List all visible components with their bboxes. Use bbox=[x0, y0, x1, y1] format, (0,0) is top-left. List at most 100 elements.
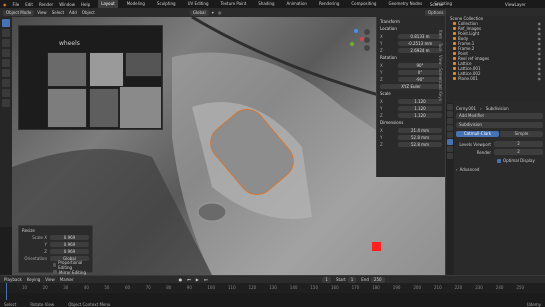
modifier-props-icon[interactable] bbox=[447, 139, 453, 145]
scene-selector[interactable]: Scene bbox=[430, 2, 442, 7]
blender-logo-icon[interactable]: ◉ bbox=[3, 2, 7, 7]
outliner-item[interactable]: Plane.001 ◉ bbox=[446, 76, 545, 81]
tab-layout[interactable]: Layout bbox=[98, 0, 118, 8]
rotate-icon[interactable] bbox=[2, 49, 10, 57]
jump-end-icon[interactable]: ⏭ bbox=[204, 277, 208, 282]
tab-tool[interactable]: Tool bbox=[438, 43, 443, 51]
scale-x-field[interactable]: 1.120 bbox=[398, 98, 442, 104]
rotation-z-field[interactable]: -90° bbox=[398, 76, 442, 82]
current-frame-field[interactable]: 1 bbox=[322, 276, 331, 283]
tool-props-icon[interactable] bbox=[447, 104, 453, 110]
rotation-y-field[interactable]: 0° bbox=[398, 69, 442, 75]
rotation-mode-select[interactable]: XYZ Euler bbox=[380, 83, 442, 89]
camera-icon[interactable] bbox=[364, 45, 370, 51]
object-props-icon[interactable] bbox=[447, 132, 453, 138]
transform-header[interactable]: Transform bbox=[380, 19, 442, 24]
menu-timeline-view[interactable]: View bbox=[45, 277, 55, 282]
rotation-x-field[interactable]: 90° bbox=[398, 62, 442, 68]
tab-rendering[interactable]: Rendering bbox=[316, 0, 342, 8]
catmull-clark-button[interactable]: Catmull-Clark bbox=[456, 131, 499, 137]
menu-render[interactable]: Render bbox=[39, 2, 53, 7]
dimension-y-field[interactable]: 52.8 mm bbox=[398, 134, 442, 140]
tab-item[interactable]: Item bbox=[438, 30, 443, 39]
menu-add[interactable]: Add bbox=[69, 10, 77, 15]
material-props-icon[interactable] bbox=[447, 153, 453, 159]
pan-icon[interactable] bbox=[364, 37, 370, 43]
tab-uv-editing[interactable]: UV Editing bbox=[185, 0, 212, 8]
menu-marker[interactable]: Marker bbox=[60, 277, 74, 282]
scale-z-field[interactable]: 1.120 bbox=[398, 112, 442, 118]
tab-view[interactable]: View bbox=[438, 55, 443, 65]
tab-sculpting[interactable]: Sculpting bbox=[154, 0, 179, 8]
view-layer-selector[interactable]: ViewLayer bbox=[505, 2, 526, 7]
menu-help[interactable]: Help bbox=[81, 2, 90, 7]
select-box-icon[interactable] bbox=[2, 19, 10, 27]
advanced-section[interactable]: › Advanced bbox=[456, 167, 543, 172]
mirror-checkbox[interactable] bbox=[53, 270, 57, 274]
play-icon[interactable]: ▶ bbox=[196, 277, 199, 282]
location-x-field[interactable]: 0.8133 m bbox=[398, 33, 442, 39]
measure-icon[interactable] bbox=[2, 89, 10, 97]
transform-icon[interactable] bbox=[2, 69, 10, 77]
orientation-selector[interactable]: Global bbox=[189, 9, 209, 16]
menu-view[interactable]: View bbox=[37, 10, 47, 15]
output-props-icon[interactable] bbox=[447, 118, 453, 124]
add-modifier-button[interactable]: Add Modifier bbox=[456, 113, 543, 119]
menu-object[interactable]: Object bbox=[82, 10, 95, 15]
frame-tick-label: 250 bbox=[516, 285, 525, 290]
scale-z-input[interactable]: 0.969 bbox=[50, 248, 89, 254]
modifier-header[interactable]: Subdivision bbox=[456, 122, 543, 128]
tab-screencast-keys[interactable]: Screencast Keys bbox=[438, 68, 443, 101]
simple-button[interactable]: Simple bbox=[500, 131, 543, 137]
tab-modeling[interactable]: Modeling bbox=[124, 0, 148, 8]
render-props-icon[interactable] bbox=[447, 111, 453, 117]
jump-start-icon[interactable]: ⏮ bbox=[187, 277, 191, 282]
scene-props-icon[interactable] bbox=[447, 125, 453, 131]
start-frame-field[interactable]: 1 bbox=[347, 276, 357, 283]
proportional-checkbox[interactable] bbox=[53, 263, 57, 267]
end-frame-field[interactable]: 250 bbox=[370, 276, 385, 283]
optimal-display-checkbox[interactable] bbox=[497, 158, 501, 163]
location-z-field[interactable]: 2.6924 m bbox=[398, 47, 442, 53]
tab-geometry-nodes[interactable]: Geometry Nodes bbox=[385, 0, 425, 8]
tab-animation[interactable]: Animation bbox=[284, 0, 310, 8]
zoom-icon[interactable] bbox=[364, 29, 370, 35]
frame-tick-label: 40 bbox=[83, 285, 89, 290]
frame-ruler[interactable]: 10 20 30 40 50 60 70 80 90 100 110 120 130 140 150 160 1… bbox=[0, 283, 545, 293]
reference-image-panel[interactable]: wheels bbox=[18, 25, 163, 130]
annotate-icon[interactable] bbox=[2, 79, 10, 87]
snap-icon[interactable]: ⌖ bbox=[212, 10, 214, 15]
redo-panel-header[interactable]: Resize bbox=[22, 227, 89, 233]
dimension-z-field[interactable]: 52.8 mm bbox=[398, 141, 442, 147]
scale-icon[interactable] bbox=[2, 59, 10, 67]
menu-keying[interactable]: Keying bbox=[27, 277, 40, 282]
menu-playback[interactable]: Playback bbox=[4, 277, 22, 282]
tab-compositing[interactable]: Compositing bbox=[348, 0, 379, 8]
frame-tick-label: 190 bbox=[392, 285, 401, 290]
menu-window[interactable]: Window bbox=[59, 2, 75, 7]
scale-x-input[interactable]: 0.969 bbox=[50, 234, 89, 240]
mode-selector[interactable]: Object Mode bbox=[3, 9, 35, 16]
menu-file[interactable]: File bbox=[13, 2, 20, 7]
levels-viewport-field[interactable]: 2 bbox=[494, 141, 543, 147]
proportional-icon[interactable]: ◎ bbox=[218, 10, 222, 15]
options-button[interactable]: Options bbox=[425, 9, 447, 16]
dimension-x-field[interactable]: 21.4 mm bbox=[398, 127, 442, 133]
scale-y-input[interactable]: 0.969 bbox=[50, 241, 89, 247]
cursor-icon[interactable] bbox=[2, 29, 10, 37]
navigation-gizmo[interactable] bbox=[346, 29, 366, 49]
move-icon[interactable] bbox=[2, 39, 10, 47]
render-levels-field[interactable]: 2 bbox=[494, 149, 543, 155]
scale-y-field[interactable]: 1.120 bbox=[398, 105, 442, 111]
eye-icon[interactable]: ◉ bbox=[538, 76, 542, 81]
record-icon[interactable]: ● bbox=[179, 277, 183, 282]
location-y-field[interactable]: -0.2513 mm bbox=[398, 40, 442, 46]
playhead[interactable] bbox=[6, 283, 7, 300]
menu-edit[interactable]: Edit bbox=[25, 2, 33, 7]
physics-props-icon[interactable] bbox=[447, 146, 453, 152]
tab-texture-paint[interactable]: Texture Paint bbox=[217, 0, 249, 8]
menu-select[interactable]: Select bbox=[52, 10, 64, 15]
add-cube-icon[interactable] bbox=[2, 99, 10, 107]
tab-shading[interactable]: Shading bbox=[255, 0, 277, 8]
timeline-track[interactable] bbox=[0, 293, 545, 300]
